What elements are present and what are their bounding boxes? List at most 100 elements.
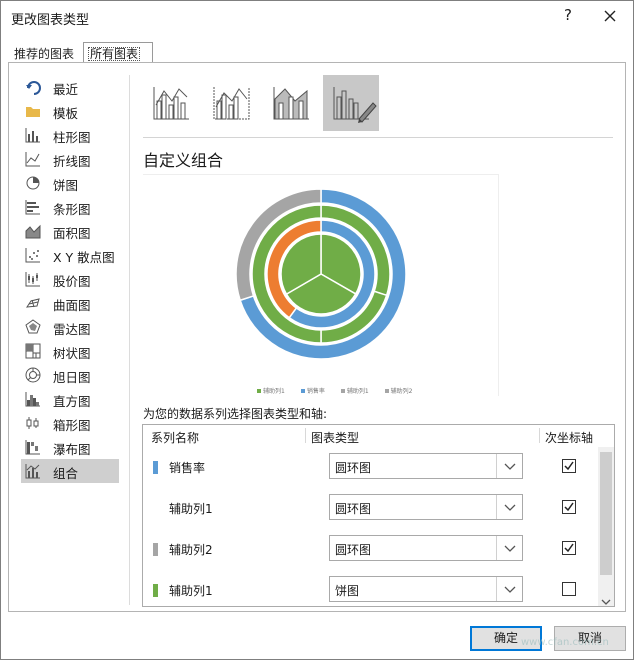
help-button[interactable]: ? — [558, 6, 578, 28]
scatter-chart-icon — [25, 248, 40, 263]
chevron-down-icon — [504, 504, 516, 511]
clustered-column-line-icon — [153, 87, 189, 120]
chart-type-dropdown[interactable]: 圆环图 — [329, 535, 523, 561]
sidebar-item[interactable]: 曲面图 — [21, 291, 119, 315]
series-row: 销售率 圆环图 — [143, 447, 598, 487]
scrollbar-thumb[interactable] — [600, 452, 612, 575]
header-divider — [305, 428, 306, 443]
legend-label: 辅助列1 — [346, 388, 369, 395]
header-divider — [539, 428, 540, 443]
scroll-down-icon[interactable] — [601, 598, 611, 606]
header-chart-type: 图表类型 — [311, 431, 360, 445]
sidebar-item[interactable]: 最近 — [21, 75, 119, 99]
stacked-area-clustered-column-icon — [273, 87, 309, 120]
tab-all-charts-label: 所有图表 — [88, 47, 141, 61]
sidebar-item[interactable]: 瀑布图 — [21, 435, 119, 459]
sidebar-item-label: 柱形图 — [53, 130, 91, 145]
folder-icon — [26, 107, 40, 117]
chart-type-dropdown[interactable]: 圆环图 — [329, 494, 523, 520]
watermark: www.cfan.com.cn — [521, 637, 609, 648]
line-chart-icon — [25, 152, 40, 167]
series-color-swatch — [153, 543, 158, 556]
chart-category-list: 最近 模板柱形图折线图饼图条形图面积图 X Y 散点图股价图曲面图雷达图 树状图 旭日图… — [21, 75, 121, 483]
dropdown-button[interactable] — [496, 536, 522, 560]
secondary-axis-checkbox[interactable] — [562, 500, 576, 514]
sidebar-item[interactable]: 旭日图 — [21, 363, 119, 387]
chart-type-value: 饼图 — [335, 584, 360, 598]
sidebar-item[interactable]: 面积图 — [21, 219, 119, 243]
radar-chart-icon — [25, 319, 41, 334]
legend-marker — [300, 389, 305, 393]
sunburst-chart-icon — [25, 367, 41, 383]
legend-label: 销售率 — [306, 388, 325, 395]
secondary-axis-checkbox[interactable] — [562, 541, 576, 555]
tab-all-charts[interactable]: 所有图表 — [83, 42, 153, 63]
sidebar-item-label: 股价图 — [53, 274, 91, 289]
all-charts-pane: 最近 模板 柱形图 折线图 饼图 条形图 面积图 X Y 散点图 股价图 曲面图 雷达图 树状图 旭日图… — [8, 62, 626, 612]
chevron-down-icon — [504, 463, 516, 470]
recent-icon — [26, 81, 41, 95]
dropdown-button[interactable] — [496, 577, 522, 601]
box-whisker-chart-icon — [26, 417, 39, 429]
sidebar-divider — [129, 75, 130, 605]
header-series-name: 系列名称 — [151, 431, 200, 445]
sidebar-item-label: 饼图 — [53, 178, 79, 193]
sidebar-item[interactable]: 条形图 — [21, 195, 119, 219]
legend-marker — [257, 389, 261, 393]
legend-label: 辅助列2 — [390, 388, 413, 395]
sidebar-item-label: 瀑布图 — [53, 442, 91, 457]
sidebar-item[interactable]: 树状图 — [21, 339, 119, 363]
change-chart-type-dialog: 更改图表类型 ? 推荐的图表 所有图表 最近 模板 柱形图 折线图 饼图 条形图 面积图 X … — [0, 0, 634, 660]
sidebar-item[interactable]: 饼图 — [21, 171, 119, 195]
sidebar-item-label: 面积图 — [53, 226, 91, 241]
dropdown-button[interactable] — [496, 495, 522, 519]
sidebar-item-label: 箱形图 — [53, 418, 91, 433]
chart-type-dropdown[interactable]: 饼图 — [329, 576, 523, 602]
combo-chart-icon — [25, 464, 40, 479]
checkmark-icon — [564, 461, 574, 471]
variant-clustered-column-line[interactable] — [143, 75, 199, 131]
sidebar-item[interactable]: 箱形图 — [21, 411, 119, 435]
sidebar-item[interactable]: 模板 — [21, 99, 119, 123]
bar-chart-icon — [25, 200, 40, 215]
series-row: 辅助列1 饼图 — [143, 570, 598, 606]
series-color-swatch — [153, 461, 158, 474]
secondary-axis-checkbox[interactable] — [562, 459, 576, 473]
variant-clustered-column-line-secondary-axis[interactable] — [203, 75, 259, 131]
close-button[interactable] — [599, 5, 621, 27]
area-chart-icon — [25, 224, 41, 239]
sidebar-item[interactable]: 组合 — [21, 459, 119, 483]
title-bar: 更改图表类型 ? — [1, 1, 633, 35]
variant-custom-combination[interactable] — [323, 75, 379, 131]
series-name: 辅助列2 — [169, 543, 213, 557]
legend-entry: 辅助列1 — [340, 388, 377, 395]
secondary-axis-checkbox[interactable] — [562, 582, 576, 596]
chart-type-value: 圆环图 — [335, 502, 372, 516]
waterfall-chart-icon — [25, 440, 40, 455]
variant-stacked-area-clustered-column[interactable] — [263, 75, 319, 131]
tab-recommended-charts[interactable]: 推荐的图表 — [10, 43, 80, 62]
dropdown-button[interactable] — [496, 454, 522, 478]
sidebar-item[interactable]: 柱形图 — [21, 123, 119, 147]
series-name: 辅助列1 — [169, 584, 213, 598]
header-secondary-axis: 次坐标轴 — [545, 431, 594, 445]
checkmark-icon — [564, 502, 574, 512]
legend-marker — [384, 389, 389, 393]
clustered-column-line-secondary-axis-icon — [213, 87, 250, 120]
sidebar-item[interactable]: X Y 散点图 — [21, 243, 119, 267]
sidebar-item-label: 条形图 — [53, 202, 91, 217]
sidebar-item[interactable]: 直方图 — [21, 387, 119, 411]
series-row: 辅助列1 圆环图 — [143, 488, 598, 528]
sidebar-item[interactable]: 股价图 — [21, 267, 119, 291]
legend-label: 辅助列1 — [263, 388, 285, 395]
series-table: 系列名称 图表类型 次坐标轴 销售率 圆环图 辅助列1 圆环图 辅助列2 圆环图 辅助列1 饼… — [142, 424, 615, 607]
sidebar-item[interactable]: 折线图 — [21, 147, 119, 171]
dialog-title: 更改图表类型 — [11, 13, 90, 28]
chart-type-dropdown[interactable]: 圆环图 — [329, 453, 523, 479]
series-name: 销售率 — [169, 461, 206, 475]
series-name: 辅助列1 — [169, 502, 213, 516]
series-table-scrollbar[interactable] — [598, 447, 614, 606]
doughnut-chart — [235, 188, 407, 360]
sidebar-item-label: 曲面图 — [53, 298, 91, 313]
sidebar-item[interactable]: 雷达图 — [21, 315, 119, 339]
